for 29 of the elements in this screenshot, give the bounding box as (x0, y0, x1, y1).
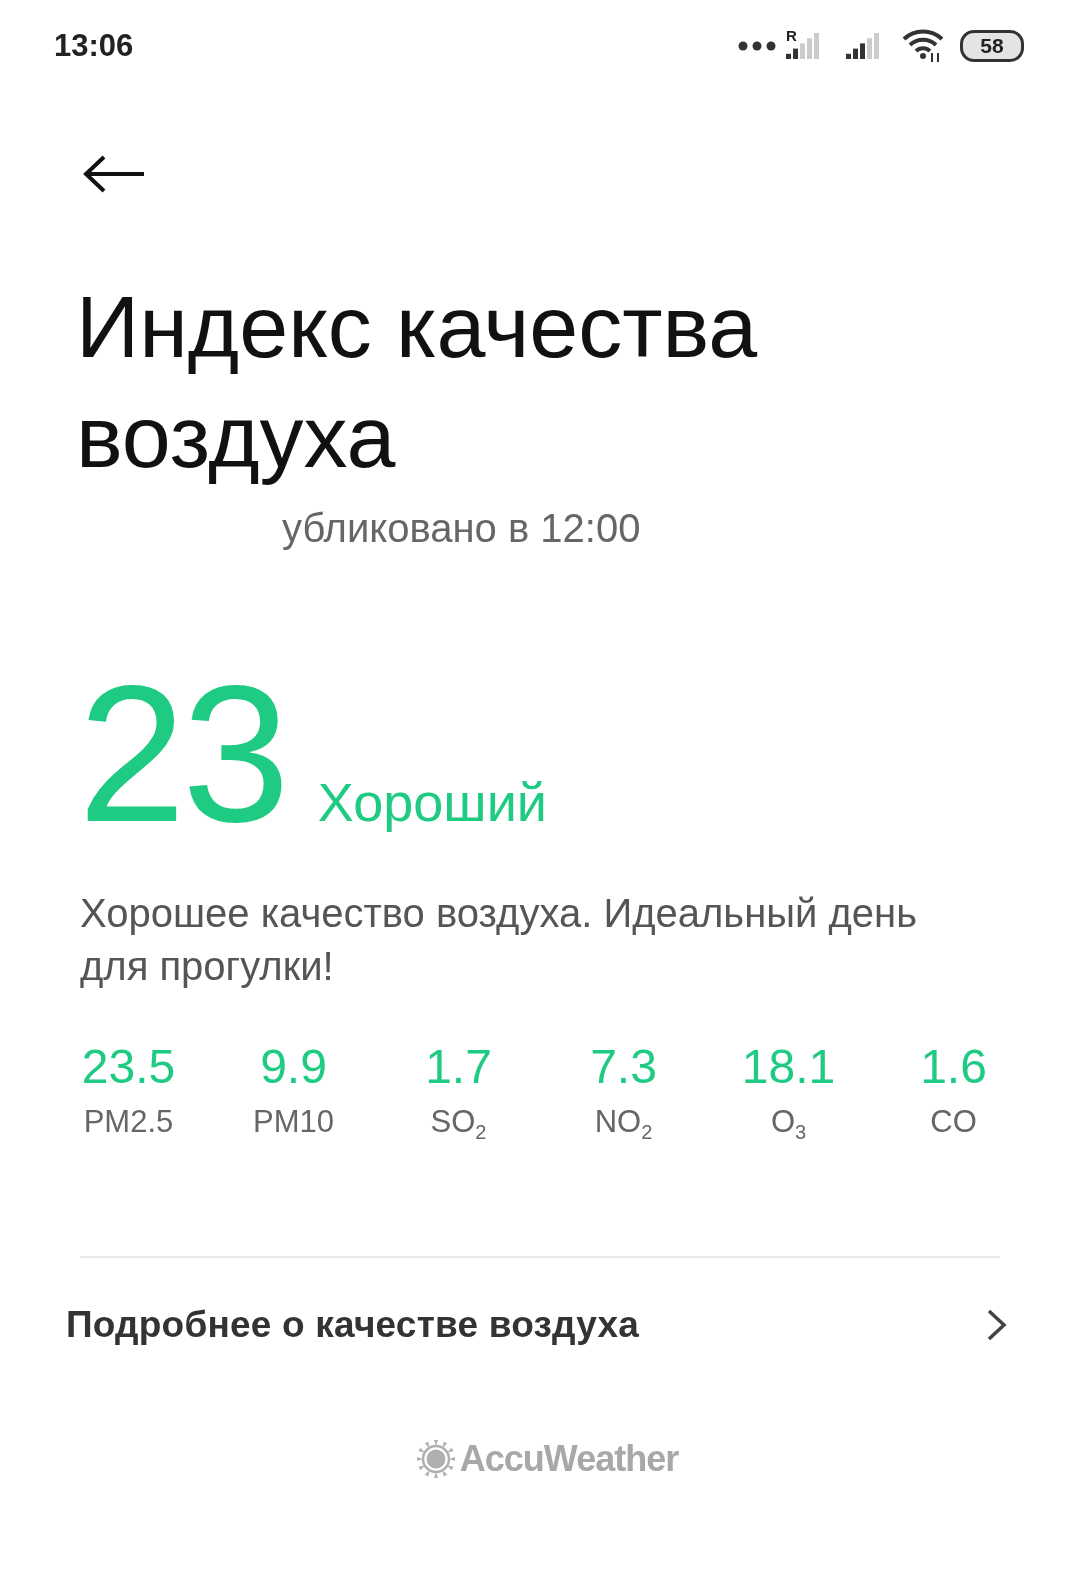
aqi-value: 23 (78, 669, 286, 839)
pollutant-name: SO$_{2}$ (430, 1104, 487, 1145)
signal-icon (786, 33, 820, 59)
published-time: убликовано в 12:00 (282, 506, 641, 551)
chevron-right-icon (986, 1308, 1008, 1343)
pollutant-value: 9.9 (260, 1039, 327, 1094)
back-arrow-icon[interactable] (82, 154, 146, 194)
sun-logo-icon (415, 1439, 456, 1480)
pollutant-name: PM2.5 (83, 1104, 174, 1140)
signal-icon (846, 33, 880, 59)
more-info-link[interactable]: Подробнее о качестве воздуха (66, 1304, 1008, 1347)
battery-indicator: 58 (960, 30, 1024, 62)
pollutant-name: PM10 (253, 1104, 334, 1140)
page-title: Индекс качества воздуха (76, 276, 759, 488)
pollutant-value: 7.3 (590, 1039, 657, 1094)
pollutant-name: O$_{3}$ (770, 1104, 807, 1145)
more-dots-icon (738, 41, 776, 51)
pollutant-value: 18.1 (741, 1039, 836, 1094)
pollutant-value: 1.7 (425, 1039, 492, 1094)
aqi-description: Хорошее качество воздуха. Идеальный день для прогулки! (80, 890, 918, 990)
brand-logo-text: AccuWeather (459, 1438, 679, 1481)
roaming-label: R (786, 27, 797, 44)
pollutant-value: 23.5 (81, 1039, 176, 1094)
wifi-icon (902, 29, 946, 63)
pollutant-name: CO (930, 1104, 977, 1140)
pollutant-name: NO$_{2}$ (594, 1104, 653, 1145)
status-time: 13:06 (54, 28, 134, 64)
pollutant-value: 1.6 (920, 1039, 987, 1094)
aqi-category: Хороший (317, 771, 547, 833)
